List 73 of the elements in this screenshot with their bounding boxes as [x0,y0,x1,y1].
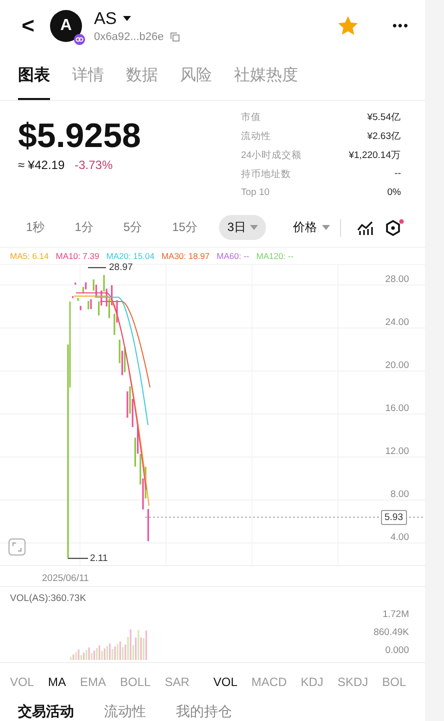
leader-line [68,558,88,560]
timeframe-tab[interactable]: 15分 [164,215,206,240]
y-axis-label: 24.00 [385,317,409,328]
price-value: $5.9258 [18,116,141,156]
stat-label: 市值 [241,110,262,125]
ma-legend-item: MA5: 6.14 [10,251,49,262]
indicator-tab[interactable]: SKDJ [337,675,368,690]
low-price-label: 2.11 [90,552,108,564]
indicator-tab[interactable]: SAR [164,675,190,690]
stat-value: ¥2.63亿 [366,130,401,144]
high-price-label: 28.97 [109,262,133,273]
volume-axis-label: 0.000 [385,645,409,656]
volume-label: VOL(AS):360.73K [10,593,86,604]
tab[interactable]: 社媒热度 [234,53,298,100]
section-tab[interactable]: 交易活动 [18,703,74,721]
y-axis-label: 20.00 [385,360,409,372]
indicator-tab[interactable]: KDJ [300,675,324,690]
price-change: -3.73% [74,158,113,172]
section-tab[interactable]: 我的持仓 [176,703,232,721]
indicator-tab[interactable]: MA [48,675,66,690]
stat-value: 0% [386,187,401,200]
stat-label: 持币地址数 [241,168,292,182]
tab[interactable]: 详情 [72,53,104,100]
stat-label: Top 10 [241,187,271,200]
y-axis-label: 28.00 [385,274,409,286]
copy-icon[interactable] [170,32,180,42]
token-avatar: A [50,10,82,42]
caret-icon[interactable] [122,16,131,22]
y-axis-label: 12.00 [385,446,409,458]
section-tab[interactable]: 流动性 [104,703,146,721]
caret-icon [322,225,330,230]
tab[interactable]: 数据 [126,53,158,100]
stat-value: -- [394,168,401,182]
settings-icon[interactable] [385,218,405,237]
caret-icon [250,225,258,230]
star-icon[interactable] [338,16,358,36]
stat-label: 流动性 [241,130,272,144]
indicator-tab[interactable]: MACD [251,675,287,690]
token-symbol[interactable]: AS [94,8,117,29]
contract-address: 0x6a92...b26e [94,30,164,43]
indicator-tab[interactable]: VOL [10,675,34,690]
ma-legend-item: MA120: -- [256,251,294,262]
more-button[interactable]: ••• [392,18,409,34]
current-price-tag: 5.93 [380,510,407,525]
y-axis-label: 16.00 [385,403,409,414]
y-axis-label: 4.00 [390,532,409,544]
back-button[interactable]: < [18,12,38,39]
ma-legend-item: MA30: 18.97 [161,251,210,262]
ma-legend-item: MA20: 15.04 [106,251,154,262]
chart-indicator-icon[interactable] [357,220,373,235]
chain-badge-icon [74,34,85,45]
stat-value: ¥1,220.14万 [348,149,401,164]
stat-label: 24小时成交额 [241,149,303,164]
date-label: 2025/06/11 [42,573,89,584]
indicator-tab[interactable]: VOL [213,675,238,690]
tab[interactable]: 图表 [18,53,50,100]
volume-axis-label: 1.72M [382,609,409,620]
timeframe-tab[interactable]: 5分 [115,215,150,240]
y-axis-label: 8.00 [390,489,409,500]
ma-legend-item: MA10: 7.39 [56,251,100,262]
indicator-tab[interactable]: BOLL [120,675,151,690]
indicator-tab[interactable]: EMA [80,675,106,690]
ma-legend-item: MA60: -- [216,251,250,262]
stat-value: ¥5.54亿 [366,110,401,125]
price-type-dropdown[interactable]: 价格 [293,219,330,236]
timeframe-tab[interactable]: 1分 [66,215,102,240]
timeframe-tab[interactable]: 1秒 [18,215,53,240]
tab[interactable]: 风险 [180,53,212,100]
leader-line [88,267,106,268]
price-cny: ≈ ¥42.19 [18,158,65,172]
indicator-tab[interactable]: BOL [382,675,406,690]
timeframe-tab[interactable]: 3日 [219,215,266,240]
volume-axis-label: 860.49K [374,627,409,638]
